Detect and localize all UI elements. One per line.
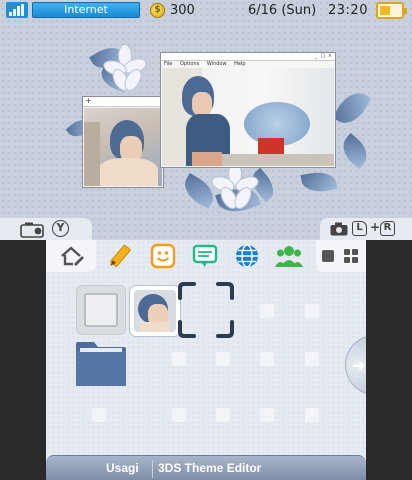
bottom-screen: ➜ Usagi 3DS Theme Editor (46, 240, 366, 480)
people-icon[interactable] (274, 243, 304, 269)
portrait-photo-main (162, 68, 334, 166)
r-button-icon: R (380, 221, 395, 236)
play-coin-count: 300 (170, 3, 195, 18)
arrow-right-icon: ➜ (352, 356, 366, 375)
play-coin-icon: $ (150, 3, 165, 18)
add-icon: + (85, 96, 92, 105)
menu-window: Window (206, 61, 227, 67)
home-settings-icon (61, 246, 84, 266)
y-button-icon: Y (52, 220, 69, 237)
photo-app-icon[interactable] (130, 286, 180, 336)
single-view-icon[interactable] (322, 250, 334, 262)
time-display: 23:20 (328, 3, 368, 18)
window-menu-bar: File Options Window Help (161, 61, 335, 68)
portrait-photo-small (84, 108, 162, 186)
user-name: Usagi (106, 461, 139, 475)
minimize-icon: _ (314, 53, 318, 59)
camera-icon (20, 222, 44, 238)
camera-lr-tab[interactable]: L + R (320, 218, 412, 240)
menu-options: Options (179, 61, 200, 67)
theme-title: 3DS Theme Editor (158, 461, 262, 475)
globe-icon[interactable] (234, 243, 260, 269)
maximize-icon: □ (320, 53, 326, 59)
plus-sign: + (370, 220, 381, 234)
photo-thumbnail (134, 290, 176, 332)
selection-cursor (178, 282, 234, 338)
chat-icon[interactable] (192, 243, 218, 269)
home-settings-tab[interactable] (46, 240, 96, 272)
menu-file: File (164, 61, 173, 67)
window-title-bar: _ □ × (161, 53, 335, 61)
pencil-icon[interactable] (106, 243, 132, 269)
bottom-info-bar: Usagi 3DS Theme Editor (46, 455, 366, 480)
smiley-icon[interactable] (150, 243, 176, 269)
status-bar: Internet $ 300 6/16 (Sun) 23:20 (0, 0, 412, 22)
main-photo-window: _ □ × File Options Window Help (160, 52, 336, 168)
l-button-icon: L (352, 221, 367, 236)
date-display: 6/16 (Sun) (248, 3, 317, 18)
toolbar (46, 240, 366, 272)
game-card-slot[interactable] (76, 285, 126, 335)
view-mode-tab (316, 240, 366, 272)
close-icon: × (327, 53, 333, 59)
small-photo-window: + (82, 96, 164, 188)
divider (152, 460, 153, 478)
battery-icon (376, 2, 407, 19)
grid-view-icon[interactable] (344, 249, 358, 263)
signal-strength-icon (6, 2, 28, 18)
connection-status: Internet (32, 2, 140, 18)
menu-help: Help (234, 61, 246, 67)
camera-icon (330, 222, 348, 236)
top-screen: Internet $ 300 6/16 (Sun) 23:20 + _ □ × … (0, 0, 412, 240)
scroll-right-button[interactable]: ➜ (345, 335, 366, 395)
camera-shortcut-tab[interactable]: Y (0, 218, 92, 240)
folder-icon[interactable] (76, 340, 126, 386)
